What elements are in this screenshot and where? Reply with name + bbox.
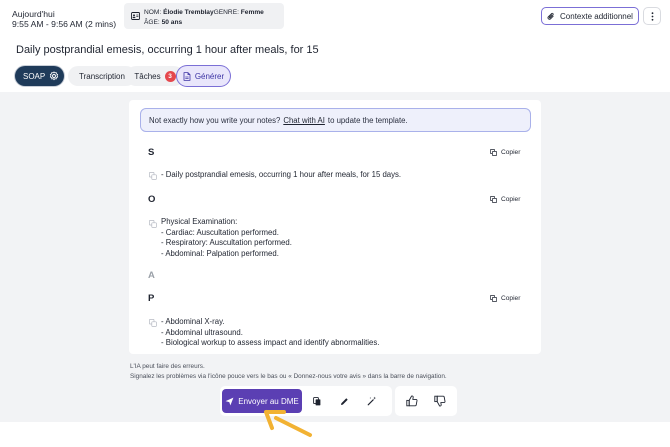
tasks-count-badge: 3 [164, 70, 176, 82]
copy-s-button[interactable]: Copier [490, 149, 520, 156]
additional-context-label: Contexte additionnel [560, 11, 633, 21]
notice-text-after: to update the template. [327, 115, 408, 125]
section-p-heading: P [148, 293, 155, 304]
session-date: Aujourd'hui [12, 9, 55, 19]
patient-row-2: ÂGE: 50 ans [144, 19, 182, 27]
patient-name-label: NOM: [144, 9, 162, 16]
patient-name: Élodie Tremblay [163, 9, 214, 16]
section-s-heading: S [148, 147, 155, 158]
pointer-arrow-icon [264, 410, 312, 437]
section-p-line: - Abdominal X-ray. [161, 317, 225, 326]
patient-age: 50 ans [161, 19, 183, 26]
send-icon [225, 397, 234, 405]
section-p-content: - Abdominal X-ray. - Abdominal ultrasoun… [161, 317, 379, 349]
top-header: Aujourd'hui 9:55 AM - 9:56 AM (2 mins) N… [0, 0, 670, 92]
disclaimer-line-1: L'IA peut faire des erreurs. [130, 363, 205, 370]
section-s-line: - Daily postprandial emesis, occurring 1… [161, 170, 402, 179]
section-o-content: Physical Examination: - Cardiac: Auscult… [161, 217, 292, 259]
id-card-icon [131, 12, 140, 20]
copy-icon [490, 149, 497, 156]
section-s-content: - Daily postprandial emesis, occurring 1… [161, 170, 401, 181]
disclaimer-line-2: Signalez les problèmes via l'icône pouce… [130, 373, 447, 380]
section-a-heading: A [148, 270, 155, 281]
template-notice: Not exactly how you write your notes? Ch… [140, 108, 531, 132]
tab-tasks[interactable]: Tâches 3 [126, 66, 184, 86]
copy-icon [149, 319, 157, 327]
copy-icon [313, 396, 321, 405]
copy-icon [149, 220, 157, 228]
gear-icon[interactable] [49, 71, 59, 81]
copy-icon [490, 196, 497, 203]
section-o-line: - Cardiac: Auscultation performed. [161, 227, 279, 237]
tab-transcription-label: Transcription [79, 71, 125, 81]
tab-soap[interactable]: SOAP [15, 66, 64, 86]
soap-note-panel: Not exactly how you write your notes? Ch… [129, 100, 541, 354]
copy-o-label: Copier [501, 196, 521, 203]
copy-p-label: Copier [501, 295, 521, 302]
additional-context-button[interactable]: Contexte additionnel [541, 7, 639, 25]
section-p-line: - Biological workup to assess impact and… [161, 338, 380, 347]
more-options-button[interactable] [643, 7, 661, 25]
note-title: Daily postprandial emesis, occurring 1 h… [16, 44, 319, 56]
magic-wand-icon [367, 396, 377, 406]
session-time: 9:55 AM - 9:56 AM (2 mins) [12, 19, 117, 29]
tab-tasks-label: Tâches [134, 71, 161, 81]
tab-generate[interactable]: Générer [177, 66, 230, 86]
copy-icon [490, 295, 497, 302]
thumbs-down-button[interactable] [432, 393, 447, 409]
thumbs-down-icon [433, 395, 445, 407]
section-o-line: - Respiratory: Auscultation performed. [161, 238, 292, 247]
tab-soap-label: SOAP [23, 71, 46, 81]
session-meta: Aujourd'hui 9:55 AM - 9:56 AM (2 mins) [12, 9, 116, 29]
patient-card: NOM: Élodie TremblayGENRE: Femme ÂGE: 50… [124, 3, 284, 29]
patient-age-label: ÂGE: [144, 19, 160, 26]
patient-gender-label: GENRE: [213, 9, 239, 16]
copy-o-button[interactable]: Copier [490, 196, 520, 203]
magic-rewrite-button[interactable] [365, 394, 379, 408]
pencil-icon [340, 397, 348, 405]
ai-disclaimer: L'IA peut faire des erreurs. Signalez le… [130, 362, 447, 382]
copy-p-button[interactable]: Copier [490, 295, 520, 302]
section-o-line: - Abdominal: Palpation performed. [161, 248, 279, 258]
notice-text-before: Not exactly how you write your notes? [149, 115, 281, 125]
patient-gender: Femme [240, 9, 264, 16]
paperclip-icon [547, 12, 554, 20]
kebab-menu-icon [651, 11, 653, 21]
section-o-heading: O [148, 194, 156, 205]
patient-row-1: NOM: Élodie TremblayGENRE: Femme [144, 9, 264, 17]
edit-button[interactable] [337, 394, 351, 408]
copy-icon [149, 172, 157, 180]
thumbs-up-icon [405, 395, 417, 407]
thumbs-up-button[interactable] [404, 393, 419, 409]
chat-with-ai-link[interactable]: Chat with AI [283, 116, 325, 125]
section-o-line: Physical Examination: [161, 217, 238, 226]
feedback-bar [395, 386, 457, 416]
document-generate-icon [183, 71, 191, 81]
tab-generate-label: Générer [194, 71, 225, 81]
copy-s-label: Copier [501, 149, 521, 156]
section-p-line: - Abdominal ultrasound. [161, 327, 243, 337]
